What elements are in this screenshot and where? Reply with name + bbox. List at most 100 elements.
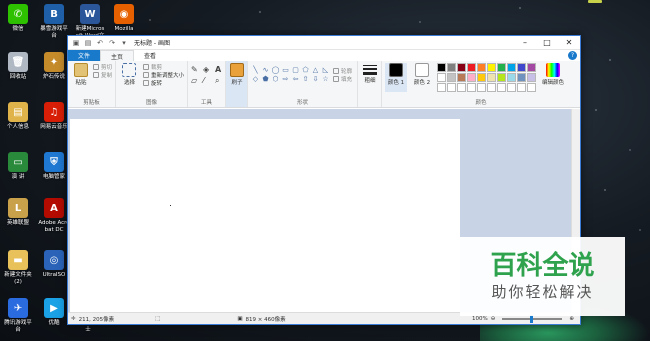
color1-button[interactable]: 颜色 1 xyxy=(385,63,407,92)
eraser-icon[interactable]: ▱ xyxy=(191,76,201,86)
palette-swatch[interactable] xyxy=(457,73,466,82)
maximize-button[interactable]: □ xyxy=(536,36,558,50)
edit-colors-icon xyxy=(546,63,560,77)
desktop-icon[interactable]: ▭ 演 讲 xyxy=(2,152,34,181)
redo-icon[interactable]: ↷ xyxy=(108,39,116,47)
desktop-icon[interactable]: B 暴雪游戏平台 xyxy=(38,4,70,40)
minimize-button[interactable]: – xyxy=(514,36,536,50)
custom-color-slot[interactable] xyxy=(477,83,486,92)
desktop-icon[interactable]: ✆ 微信 xyxy=(2,4,34,33)
palette-swatch[interactable] xyxy=(517,73,526,82)
polygon-shape-icon[interactable]: ⬠ xyxy=(301,67,310,74)
tab-file[interactable]: 文件 xyxy=(68,50,101,61)
drawing-canvas[interactable] xyxy=(70,119,460,313)
crop-button[interactable]: 裁剪 xyxy=(142,63,184,71)
custom-color-slot[interactable] xyxy=(467,83,476,92)
cut-button[interactable]: 剪切 xyxy=(92,63,112,71)
star-shape-icon[interactable]: ☆ xyxy=(321,75,330,83)
oval-shape-icon[interactable]: ◯ xyxy=(271,67,280,74)
arrow-left-shape-icon[interactable]: ⇦ xyxy=(291,75,300,83)
custom-color-slot[interactable] xyxy=(437,83,446,92)
desktop-icon[interactable]: L 英雄联盟 xyxy=(2,198,34,227)
zoom-slider[interactable] xyxy=(502,314,563,323)
desktop-icon[interactable]: ▬ 新建文件夹 (2) xyxy=(2,250,34,286)
custom-color-slot[interactable] xyxy=(457,83,466,92)
custom-color-slot[interactable] xyxy=(517,83,526,92)
palette-swatch[interactable] xyxy=(507,63,516,72)
copy-button[interactable]: 复制 xyxy=(92,71,112,79)
palette-swatch[interactable] xyxy=(477,63,486,72)
tab-view[interactable]: 查看 xyxy=(134,50,166,61)
customize-qat-icon[interactable]: ▾ xyxy=(120,39,128,47)
help-icon[interactable]: ? xyxy=(568,51,577,60)
rectangle-shape-icon[interactable]: ▭ xyxy=(281,67,290,74)
palette-swatch[interactable] xyxy=(497,73,506,82)
paint-app-icon[interactable]: ▣ xyxy=(72,39,80,47)
fill-bucket-icon[interactable]: ◈ xyxy=(203,65,213,74)
diamond-shape-icon[interactable]: ◇ xyxy=(251,75,260,83)
palette-swatch[interactable] xyxy=(487,73,496,82)
magnifier-icon[interactable]: ⌕ xyxy=(215,76,225,86)
palette-swatch[interactable] xyxy=(437,73,446,82)
desktop-icon[interactable]: A Adobe Acrobat DC xyxy=(38,198,70,234)
palette-swatch[interactable] xyxy=(527,73,536,82)
rotate-button[interactable]: 旋转 xyxy=(142,79,184,87)
resize-button[interactable]: 重新调整大小 xyxy=(142,71,184,79)
desktop-icon[interactable]: ♫ 网易云音乐 xyxy=(38,102,70,131)
palette-swatch[interactable] xyxy=(517,63,526,72)
tab-home[interactable]: 主页 xyxy=(100,50,135,61)
palette-swatch[interactable] xyxy=(447,63,456,72)
palette-swatch[interactable] xyxy=(497,63,506,72)
hexagon-shape-icon[interactable]: ⬡ xyxy=(271,75,280,83)
palette-swatch[interactable] xyxy=(447,73,456,82)
text-icon[interactable]: A xyxy=(215,65,225,74)
desktop-icon[interactable]: ◎ UltraISO xyxy=(38,250,70,279)
desktop-icon[interactable]: ✦ 炉石传说 xyxy=(38,52,70,81)
paste-button[interactable]: 粘贴 xyxy=(71,63,91,86)
size-button[interactable]: 粗细 xyxy=(358,61,382,107)
palette-swatch[interactable] xyxy=(507,73,516,82)
copy-icon xyxy=(92,72,99,78)
palette-swatch[interactable] xyxy=(437,63,446,72)
desktop-icon[interactable]: ▤ 个人信息 xyxy=(2,102,34,131)
desktop-icon[interactable]: ◉ Mozilla xyxy=(108,4,140,33)
desktop-icon[interactable]: ▶ 优酷 xyxy=(38,298,70,327)
custom-color-slot[interactable] xyxy=(497,83,506,92)
palette-swatch[interactable] xyxy=(477,73,486,82)
close-button[interactable]: ✕ xyxy=(558,36,580,50)
outline-button[interactable]: 轮廓 xyxy=(333,67,352,75)
custom-color-slot[interactable] xyxy=(527,83,536,92)
desktop-icon[interactable]: 🗑 回收站 xyxy=(2,52,34,81)
undo-icon[interactable]: ↶ xyxy=(96,39,104,47)
arrow-down-shape-icon[interactable]: ⇩ xyxy=(311,75,320,83)
pentagon-shape-icon[interactable]: ⬟ xyxy=(261,75,270,83)
fill-button[interactable]: 填充 xyxy=(333,75,352,83)
palette-swatch[interactable] xyxy=(457,63,466,72)
edit-colors-button[interactable]: 编辑颜色 xyxy=(540,63,566,92)
arrow-right-shape-icon[interactable]: ⇨ xyxy=(281,75,290,83)
save-icon[interactable]: ▤ xyxy=(84,39,92,47)
triangle-shape-icon[interactable]: △ xyxy=(311,67,320,74)
curve-shape-icon[interactable]: ∿ xyxy=(261,67,270,74)
custom-color-slot[interactable] xyxy=(487,83,496,92)
color2-button[interactable]: 颜色 2 xyxy=(411,63,433,92)
rounded-rect-shape-icon[interactable]: ▢ xyxy=(291,67,300,74)
custom-color-slot[interactable] xyxy=(507,83,516,92)
select-button[interactable]: 选择 xyxy=(119,63,140,87)
brushes-button[interactable]: 刷子 xyxy=(226,61,248,107)
pencil-icon[interactable]: ✎ xyxy=(191,65,201,74)
palette-swatch[interactable] xyxy=(487,63,496,72)
palette-swatch[interactable] xyxy=(527,63,536,72)
palette-swatch[interactable] xyxy=(467,63,476,72)
zoom-in-icon[interactable]: ⊕ xyxy=(569,316,574,322)
zoom-out-icon[interactable]: ⊖ xyxy=(491,316,496,322)
desktop-icon[interactable]: ✈ 腾讯游戏平台 xyxy=(2,298,34,334)
desktop-icon-label: 网易云音乐 xyxy=(40,124,68,130)
line-shape-icon[interactable]: ╲ xyxy=(251,67,260,74)
right-triangle-shape-icon[interactable]: ◺ xyxy=(321,67,330,74)
palette-swatch[interactable] xyxy=(467,73,476,82)
color-picker-icon[interactable]: ⁄ xyxy=(203,76,213,86)
arrow-up-shape-icon[interactable]: ⇧ xyxy=(301,75,310,83)
custom-color-slot[interactable] xyxy=(447,83,456,92)
desktop-icon[interactable]: ⛨ 电脑管家 xyxy=(38,152,70,181)
